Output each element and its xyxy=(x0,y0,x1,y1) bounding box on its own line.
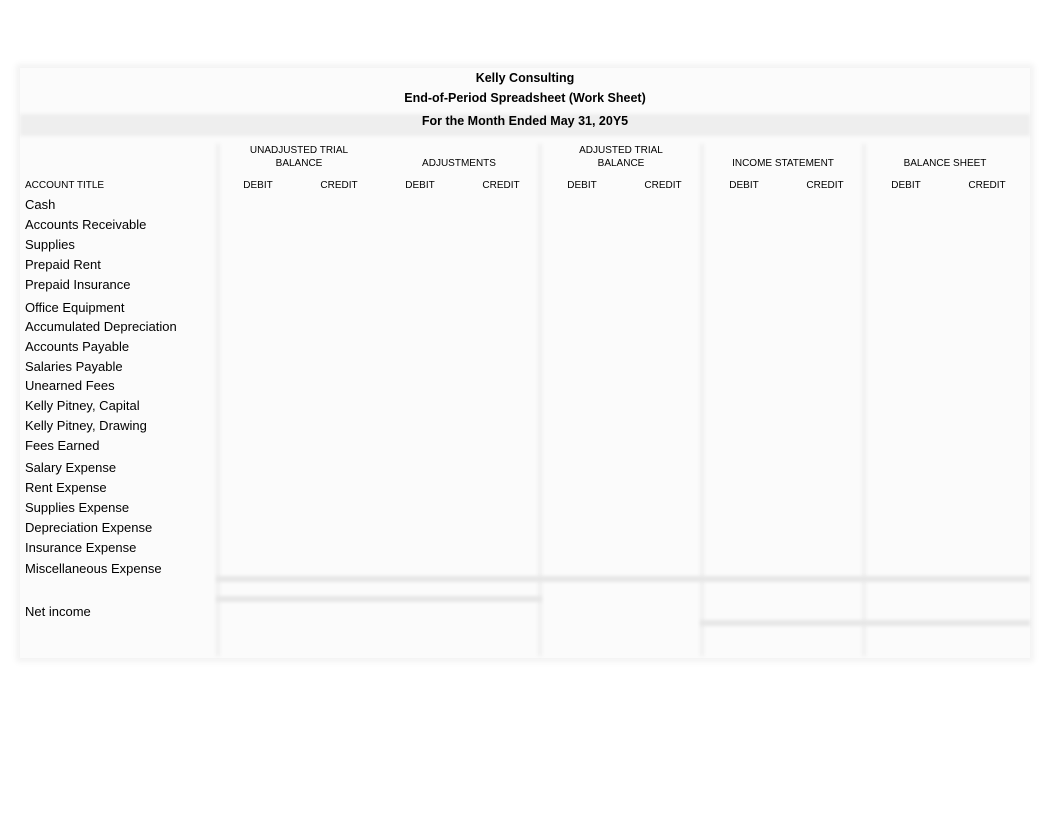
group-line1: ADJUSTED TRIAL xyxy=(579,145,663,156)
worksheet: Kelly Consulting End-of-Period Spreadshe… xyxy=(20,68,1030,658)
account-row: Depreciation Expense xyxy=(25,520,153,535)
account-row: Salaries Payable xyxy=(25,359,123,374)
credit-column-header: CREDIT xyxy=(968,180,1006,191)
debit-column-header: DEBIT xyxy=(405,180,435,191)
company-name: Kelly Consulting xyxy=(475,71,575,85)
debit-column-header: DEBIT xyxy=(567,180,597,191)
debit-column-header: DEBIT xyxy=(243,180,273,191)
account-row: Rent Expense xyxy=(25,480,107,495)
account-row: Kelly Pitney, Capital xyxy=(25,398,140,413)
credit-column-header: CREDIT xyxy=(320,180,358,191)
account-row: Cash xyxy=(25,197,56,212)
period-title: For the Month Ended May 31, 20Y5 xyxy=(421,114,629,128)
account-row: Accumulated Depreciation xyxy=(25,319,177,334)
account-row: Fees Earned xyxy=(25,438,100,453)
account-row: Unearned Fees xyxy=(25,378,115,393)
account-row: Accounts Payable xyxy=(25,339,130,354)
account-row: Prepaid Rent xyxy=(25,257,101,272)
group-line2: BALANCE xyxy=(597,158,645,169)
credit-column-header: CREDIT xyxy=(644,180,682,191)
group-line2: INCOME STATEMENT xyxy=(732,158,834,169)
group-adjustments: ADJUSTMENTS xyxy=(380,144,538,170)
totals-line xyxy=(216,596,542,602)
account-row: Supplies Expense xyxy=(25,500,130,515)
net-income-label: Net income xyxy=(25,604,91,619)
account-row: Miscellaneous Expense xyxy=(25,561,162,576)
group-line1 xyxy=(704,144,862,157)
debit-column-header: DEBIT xyxy=(729,180,759,191)
group-line1 xyxy=(866,144,1024,157)
account-row: Kelly Pitney, Drawing xyxy=(25,418,147,433)
account-row: Supplies xyxy=(25,237,75,252)
credit-column-header: CREDIT xyxy=(806,180,844,191)
account-row: Salary Expense xyxy=(25,460,117,475)
group-income-statement: INCOME STATEMENT xyxy=(704,144,862,170)
group-line1 xyxy=(380,144,538,157)
account-row: Office Equipment xyxy=(25,300,125,315)
totals-line xyxy=(216,576,1030,582)
group-line2: BALANCE xyxy=(275,158,323,169)
group-line1: UNADJUSTED TRIAL xyxy=(249,145,349,156)
debit-column-header: DEBIT xyxy=(891,180,921,191)
account-title-header: ACCOUNT TITLE xyxy=(25,180,105,191)
group-unadjusted-tb: UNADJUSTED TRIAL BALANCE xyxy=(220,144,378,170)
account-row: Insurance Expense xyxy=(25,540,137,555)
account-row: Prepaid Insurance xyxy=(25,277,131,292)
group-adjusted-tb: ADJUSTED TRIAL BALANCE xyxy=(542,144,700,170)
group-line2: BALANCE SHEET xyxy=(903,158,987,169)
net-income-total-line xyxy=(700,620,1030,626)
group-line2: ADJUSTMENTS xyxy=(422,158,496,169)
group-balance-sheet: BALANCE SHEET xyxy=(866,144,1024,170)
sheet-title: End-of-Period Spreadsheet (Work Sheet) xyxy=(404,91,646,105)
account-row: Accounts Receivable xyxy=(25,217,147,232)
credit-column-header: CREDIT xyxy=(482,180,520,191)
